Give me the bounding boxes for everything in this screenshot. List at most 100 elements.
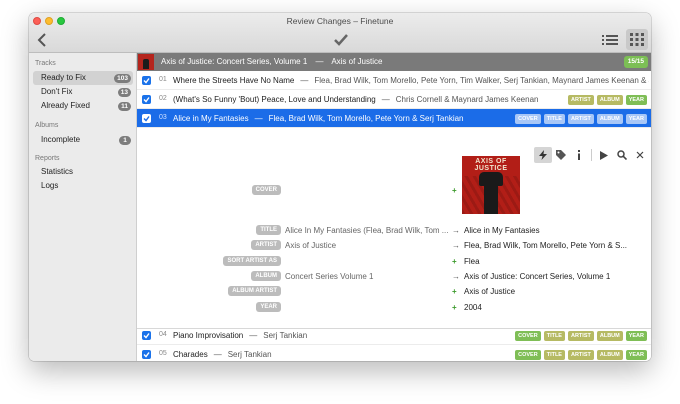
grid-view-icon[interactable] (626, 29, 648, 50)
tag-album: ALBUM (596, 349, 623, 360)
plus-icon: + (452, 286, 457, 296)
track-number: 05 (159, 350, 167, 357)
plus-icon: + (452, 302, 457, 312)
track-artist: Flea, Brad Wilk, Tom Morello, Pete Yorn … (268, 113, 464, 123)
album-header[interactable]: Axis of Justice: Concert Series, Volume … (137, 53, 651, 71)
tag-title: TITLE (543, 330, 565, 341)
tags-icon[interactable] (552, 147, 570, 163)
sidebar-item-label: Statistics (41, 167, 74, 176)
tag-artist: ARTIST (567, 349, 594, 360)
sidebar-item-label: Ready to Fix (41, 73, 86, 82)
change-tags: COVER TITLE ARTIST ALBUM YEAR (515, 349, 647, 360)
track-title-group: Alice in My Fantasies — Flea, Brad Wilk, T… (173, 114, 464, 123)
tag-year: YEAR (625, 349, 647, 360)
tag-cover: COVER (515, 330, 541, 341)
track-artist: Serj Tankian (227, 349, 272, 359)
count-badge: 13 (117, 87, 131, 97)
field-label-sort-artist-as: SORT ARTIST AS (223, 256, 281, 266)
sidebar-item-ready-to-fix[interactable]: Ready to Fix 103 (33, 71, 133, 85)
album-title: Axis of Justice: Concert Series, Volume … (161, 57, 308, 66)
track-checkbox[interactable] (142, 350, 151, 359)
tag-artist: ARTIST (567, 330, 594, 341)
track-number: 04 (159, 331, 167, 338)
track-title: Piano Improvisation (173, 330, 244, 340)
toolbar-divider (591, 149, 592, 161)
change-tags: COVER TITLE ARTIST ALBUM YEAR (515, 330, 647, 341)
window-title: Review Changes – Finetune (286, 16, 394, 26)
sidebar-item-label: Don't Fix (41, 87, 73, 96)
track-title-group: Charades — Serj Tankian (173, 350, 272, 359)
separator-dash: — (381, 94, 390, 104)
sidebar-section-reports: Reports (35, 155, 60, 162)
titlebar: Review Changes – Finetune (29, 13, 651, 53)
old-value: Axis of Justice (285, 240, 337, 250)
track-artist: Flea, Brad Wilk, Tom Morello, Pete Yorn,… (314, 75, 649, 85)
new-value: Alice in My Fantasies (464, 225, 540, 235)
track-detail-panel: COVER + TITLE Alice In My Fantasies (Flea, … (137, 147, 651, 329)
track-row[interactable]: 04 Piano Improvisation — Serj Tankian COVER T… (137, 326, 651, 345)
tag-artist: ARTIST (567, 94, 594, 105)
track-title-group: Piano Improvisation — Serj Tankian (173, 331, 307, 340)
field-label-cover: COVER (251, 185, 281, 195)
new-value: Axis of Justice: Concert Series, Volume … (464, 271, 611, 281)
sidebar-section-tracks: Tracks (35, 60, 56, 67)
sidebar-item-logs[interactable]: Logs (33, 179, 133, 193)
sidebar-item-statistics[interactable]: Statistics (33, 165, 133, 179)
track-row[interactable]: 01 Where the Streets Have No Name — Flea, B… (137, 71, 651, 90)
track-row[interactable]: 05 Charades — Serj Tankian COVER TITLE ARTIST A… (137, 345, 651, 361)
new-value: 2004 (464, 302, 482, 312)
count-badge: 103 (114, 73, 131, 83)
old-value: Concert Series Volume 1 (285, 271, 374, 281)
track-checkbox[interactable] (142, 76, 151, 85)
chevron-left-icon[interactable] (35, 32, 49, 48)
tag-year: YEAR (625, 94, 647, 105)
close-icon[interactable] (631, 147, 649, 163)
lightning-icon[interactable] (534, 147, 552, 163)
new-value: Flea (464, 256, 480, 266)
track-row[interactable]: 03 Alice in My Fantasies — Flea, Brad Wilk,… (137, 109, 651, 128)
app-window: Review Changes – Finetune Tracks Ready t… (29, 13, 651, 361)
cover-art-text: AXIS OF JUSTICE (474, 158, 508, 172)
separator-dash: — (315, 57, 324, 66)
tag-title: TITLE (543, 349, 565, 360)
separator-dash: — (249, 330, 258, 340)
sidebar-item-incomplete[interactable]: Incomplete 1 (33, 133, 133, 147)
tag-title: TITLE (543, 113, 565, 124)
old-value: Alice In My Fantasies (Flea, Brad Wilk, … (285, 225, 449, 235)
sidebar-item-dont-fix[interactable]: Don't Fix 13 (33, 85, 133, 99)
arrow-right-icon: → (452, 240, 460, 250)
field-label-artist: ARTIST (251, 240, 281, 250)
tag-album: ALBUM (596, 94, 623, 105)
change-tags: COVER TITLE ARTIST ALBUM YEAR (515, 113, 647, 124)
track-number: 02 (159, 95, 167, 102)
album-cover-image: AXIS OF JUSTICE (462, 156, 520, 214)
checkmark-icon[interactable] (333, 33, 349, 47)
count-badge: 11 (118, 101, 131, 111)
plus-icon: + (452, 256, 457, 266)
tag-year: YEAR (625, 330, 647, 341)
sidebar: Tracks Ready to Fix 103 Don't Fix 13 Alr… (29, 53, 137, 361)
track-checkbox[interactable] (142, 95, 151, 104)
track-checkbox[interactable] (142, 331, 151, 340)
album-header-text: Axis of Justice: Concert Series, Volume … (161, 57, 382, 66)
track-row[interactable]: 02 (What's So Funny 'Bout) Peace, Love an… (137, 90, 651, 109)
track-artist: Serj Tankian (263, 330, 308, 340)
plus-icon: + (452, 185, 457, 195)
play-icon[interactable] (595, 147, 613, 163)
album-artist: Axis of Justice (331, 57, 383, 66)
info-icon[interactable] (570, 147, 588, 163)
arrow-right-icon: → (452, 225, 460, 235)
field-label-title: TITLE (256, 225, 281, 235)
field-label-album: ALBUM (251, 271, 281, 281)
sidebar-section-albums: Albums (35, 122, 59, 129)
sidebar-item-already-fixed[interactable]: Already Fixed 11 (33, 99, 133, 113)
search-icon[interactable] (613, 147, 631, 163)
list-view-icon[interactable] (601, 32, 619, 48)
tag-cover: COVER (515, 113, 541, 124)
sidebar-item-label: Already Fixed (41, 101, 90, 110)
sidebar-item-label: Logs (41, 181, 59, 190)
count-badge: 1 (119, 135, 131, 145)
track-checkbox[interactable] (142, 114, 151, 123)
new-value: Axis of Justice (464, 286, 516, 296)
track-artist: Chris Cornell & Maynard James Keenan (395, 94, 539, 104)
